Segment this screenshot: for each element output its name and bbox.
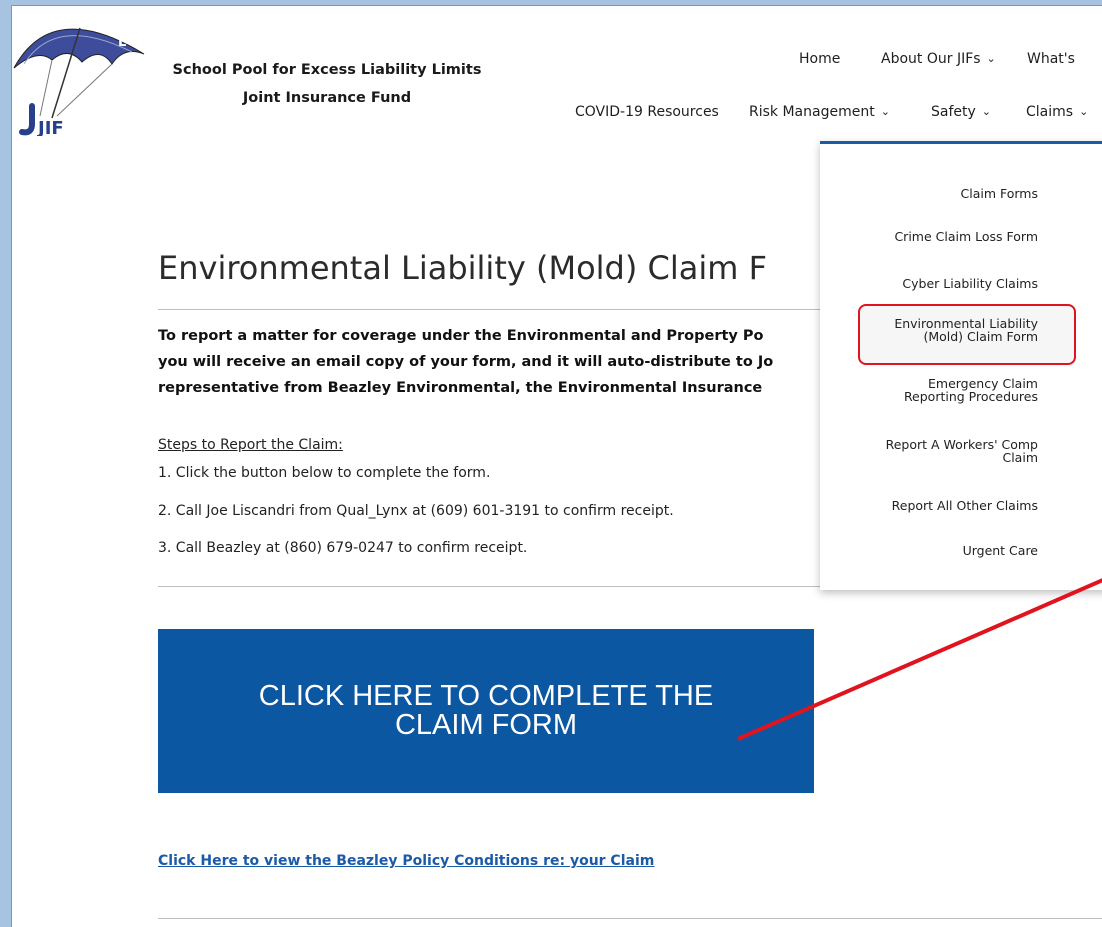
web-page: S P E L L JIF School Pool for Excess Lia… [11,5,1102,927]
annotation-arrow-icon [737,578,1102,741]
